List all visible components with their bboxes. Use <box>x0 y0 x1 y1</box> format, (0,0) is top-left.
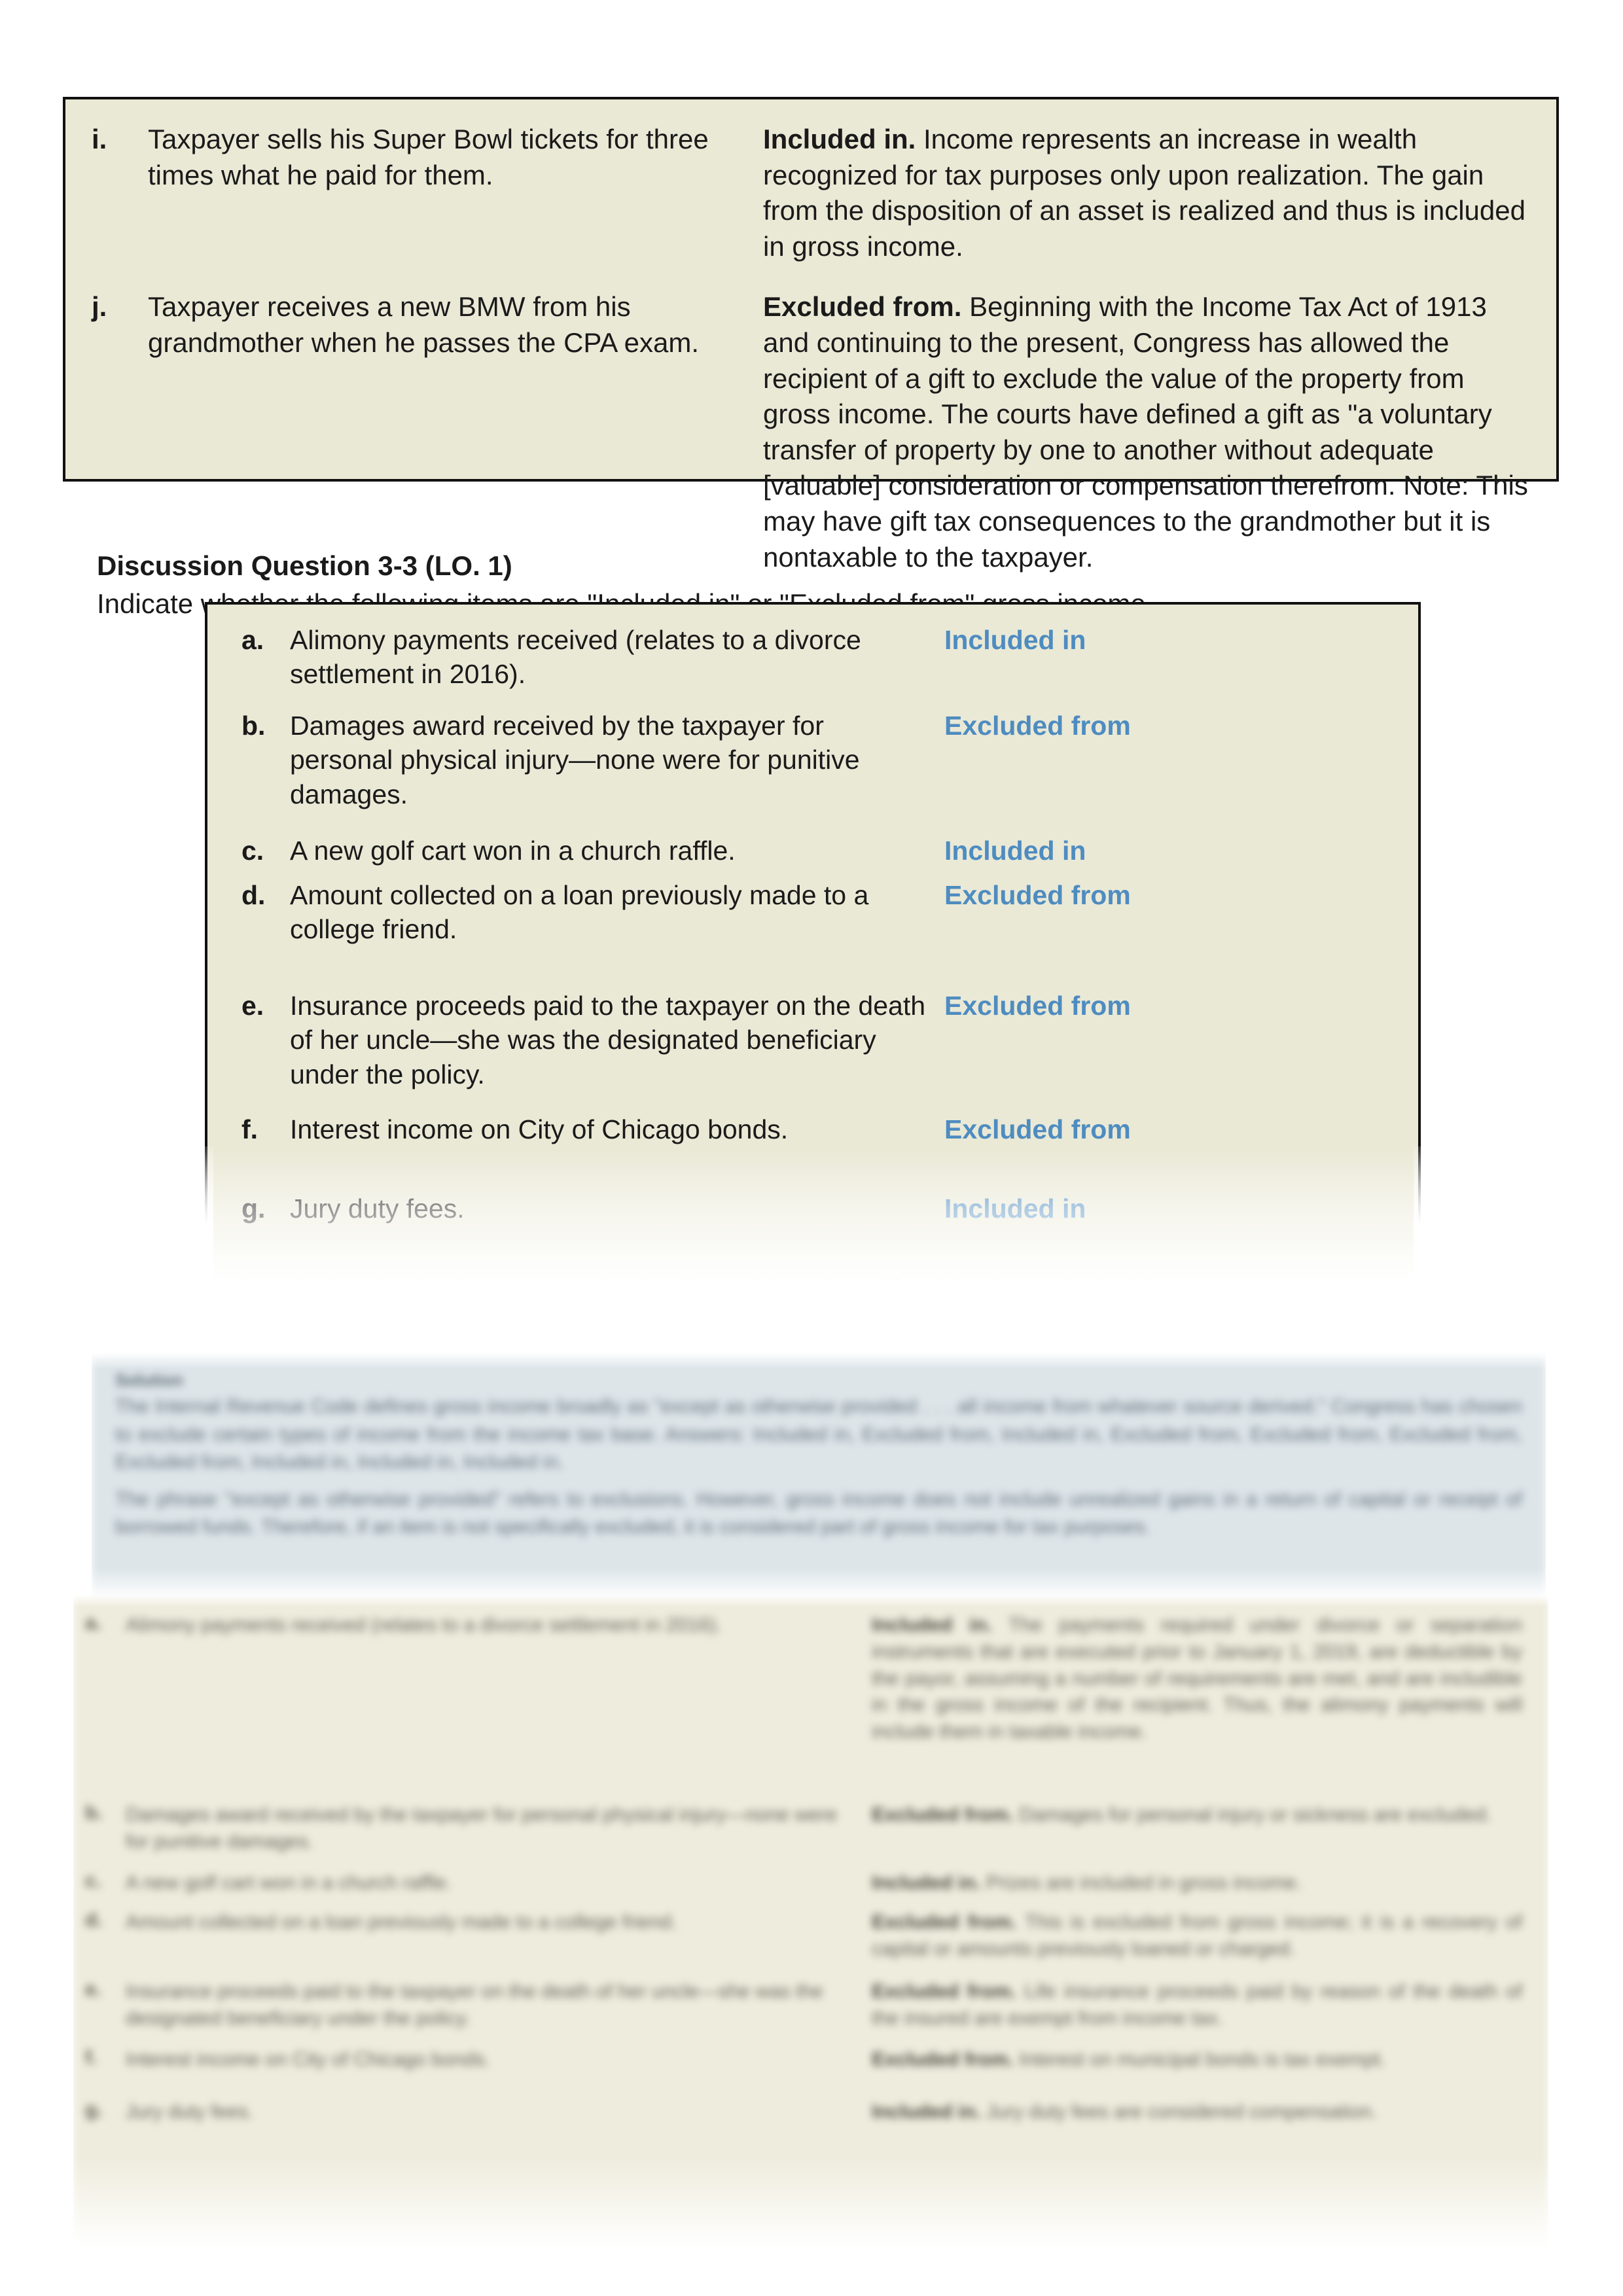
table-row: b. Damages award received by the taxpaye… <box>73 1802 1548 1856</box>
row-answer-badge: Excluded from <box>944 1114 1131 1144</box>
table-row: i. Taxpayer sells his Super Bowl tickets… <box>92 122 1530 264</box>
row-question-text: Insurance proceeds paid to the taxpayer … <box>126 1980 823 2029</box>
answer-explanation: Jury duty fees are considered compensati… <box>986 2101 1378 2123</box>
row-question-text: Amount collected on a loan previously ma… <box>126 1911 677 1934</box>
table-row: e. Insurance proceeds paid to the taxpay… <box>73 1979 1548 2032</box>
row-marker: b. <box>85 1801 103 1824</box>
answer-label: Excluded from. <box>872 1911 1017 1934</box>
row-marker: c. <box>241 836 264 866</box>
table-row: g. Jury duty fees. Included in. Jury dut… <box>73 2099 1548 2126</box>
row-question-text: Damages award received by the taxpayer f… <box>126 1803 838 1852</box>
table-row: c. A new golf cart won in a church raffl… <box>73 1870 1548 1897</box>
row-marker: g. <box>241 1193 266 1224</box>
row-marker: d. <box>241 879 266 910</box>
row-marker: i. <box>92 124 107 154</box>
row-answer-badge: Excluded from <box>944 879 1131 910</box>
solution-paragraph: The phrase "except as otherwise provided… <box>115 1488 1522 1538</box>
table-row: d. Amount collected on a loan previously… <box>73 1909 1548 1963</box>
row-question-text: Damages award received by the taxpayer f… <box>290 710 860 809</box>
answer-label: Excluded from. <box>763 291 962 323</box>
row-marker: f. <box>85 2046 98 2068</box>
row-marker: h. <box>241 1273 266 1303</box>
solution-answer-table: a. Alimony payments received (relates to… <box>73 1594 1548 2256</box>
row-answer: Excluded from. Life insurance proceeds p… <box>872 1979 1522 2032</box>
row-answer: Included in. Jury duty fees are consider… <box>872 2099 1522 2126</box>
row-question-text: A new golf cart won in a church raffle. <box>126 1871 452 1894</box>
answer-explanation: Prizes are included in gross income. <box>986 1871 1302 1894</box>
row-question-text: Taxpayer sells his Super Bowl tickets fo… <box>148 124 709 190</box>
row-question-text: Jury duty fees. <box>126 2101 254 2123</box>
gross-income-classification-table: a. Alimony payments received (relates to… <box>205 602 1421 1309</box>
row-question-text: Stolen funds the taxpayer had collected … <box>290 1273 1009 1309</box>
table-row: j. Taxpayer receives a new BMW from his … <box>92 289 1530 575</box>
table-row: f. Interest income on City of Chicago bo… <box>73 2047 1548 2074</box>
answer-label: Excluded from. <box>872 1803 1014 1826</box>
row-answer: Excluded from. Interest on municipal bon… <box>872 2047 1522 2074</box>
row-marker: b. <box>241 710 266 741</box>
answer-label: Excluded from. <box>872 2048 1014 2070</box>
table-row: c. A new golf cart won in a church raffl… <box>207 834 1418 868</box>
row-answer-badge: Included in <box>944 625 1086 655</box>
row-question-text: A new golf cart won in a church raffle. <box>290 836 736 866</box>
row-marker: c. <box>85 1869 102 1892</box>
row-answer-badge: Included in <box>944 1193 1086 1224</box>
row-marker: j. <box>92 291 107 323</box>
row-question-text: Interest income on City of Chicago bonds… <box>290 1114 789 1144</box>
row-marker: a. <box>85 1612 102 1634</box>
row-question-text: Amount collected on a loan previously ma… <box>290 879 869 945</box>
table-row: a. Alimony payments received (relates to… <box>207 623 1418 692</box>
row-question-text: Interest income on City of Chicago bonds… <box>126 2048 490 2070</box>
row-marker: d. <box>85 1909 103 1932</box>
solution-paragraph: The Internal Revenue Code defines gross … <box>115 1396 1522 1474</box>
row-marker: g. <box>85 2099 103 2121</box>
answer-label: Included in. <box>872 2101 981 2123</box>
row-question-text: Jury duty fees. <box>290 1193 465 1224</box>
table-row: f. Interest income on City of Chicago bo… <box>207 1112 1418 1147</box>
table-row: g. Jury duty fees. Included in <box>207 1192 1418 1226</box>
row-answer: Included in. Income represents an increa… <box>763 122 1530 264</box>
row-answer-badge: Excluded from <box>944 990 1131 1021</box>
answer-label: Excluded from. <box>872 1980 1016 2002</box>
table-row: b. Damages award received by the taxpaye… <box>207 709 1418 811</box>
row-answer: Excluded from. Damages for personal inju… <box>872 1802 1522 1829</box>
table-row: e. Insurance proceeds paid to the taxpay… <box>207 989 1418 1091</box>
row-marker: e. <box>241 990 264 1021</box>
row-question-text: Alimony payments received (relates to a … <box>290 625 861 690</box>
answer-label: Included in. <box>763 124 916 154</box>
row-question-text: Taxpayer receives a new BMW from his gra… <box>148 291 700 358</box>
row-answer: Excluded from. Beginning with the Income… <box>763 289 1530 575</box>
table-row: h. Stolen funds the taxpayer had collect… <box>207 1271 1418 1309</box>
row-marker: a. <box>241 625 264 655</box>
table-row: a. Alimony payments received (relates to… <box>73 1612 1548 1746</box>
solution-explanation-block: Solution The Internal Revenue Code defin… <box>92 1352 1546 1599</box>
top-answer-table: i. Taxpayer sells his Super Bowl tickets… <box>63 97 1559 573</box>
row-marker: f. <box>241 1114 259 1144</box>
row-question-text: Alimony payments received (relates to a … <box>126 1614 722 1636</box>
row-marker: e. <box>85 1978 102 2000</box>
answer-explanation: Interest on municipal bonds is tax exemp… <box>1019 2048 1386 2070</box>
row-answer-badge: Included in <box>944 836 1086 866</box>
solution-heading: Solution <box>115 1370 183 1390</box>
row-answer: Excluded from. This is excluded from gro… <box>872 1909 1522 1963</box>
answer-explanation: Damages for personal injury or sickness … <box>1019 1803 1492 1826</box>
answer-label: Included in. <box>872 1614 992 1636</box>
row-answer: Included in. The payments required under… <box>872 1612 1522 1746</box>
row-question-text: Insurance proceeds paid to the taxpayer … <box>290 990 926 1089</box>
table-row: d. Amount collected on a loan previously… <box>207 878 1418 947</box>
row-answer-badge: Included in <box>1023 1273 1165 1303</box>
row-answer: Included in. Prizes are included in gros… <box>872 1870 1522 1897</box>
page-title: Discussion Question 3-3 (LO. 1) <box>97 550 512 581</box>
answer-label: Included in. <box>872 1871 981 1894</box>
row-answer-badge: Excluded from <box>944 710 1131 741</box>
answer-explanation: Beginning with the Income Tax Act of 191… <box>763 291 1528 573</box>
